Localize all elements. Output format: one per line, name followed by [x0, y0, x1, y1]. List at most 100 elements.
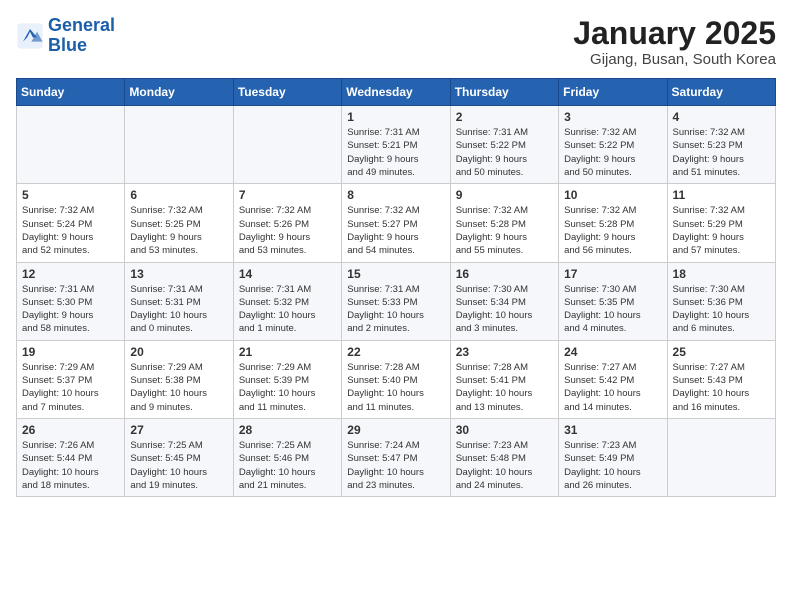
day-info: Sunrise: 7:32 AMSunset: 5:22 PMDaylight:…: [564, 126, 661, 179]
calendar-day-26: 26 Sunrise: 7:26 AMSunset: 5:44 PMDayligh…: [17, 418, 125, 496]
calendar-day-2: 2Sunrise: 7:31 AMSunset: 5:22 PMDaylight…: [450, 106, 558, 184]
calendar-day-11: 11Sunrise: 7:32 AMSunset: 5:29 PMDayligh…: [667, 184, 775, 262]
page-header: General Blue January 2025 Gijang, Busan,…: [16, 16, 776, 68]
day-info: Sunrise: 7:25 AMSunset: 5:46 PMDaylight:…: [239, 439, 336, 492]
calendar-body: 1 Sunrise: 7:31 AMSunset: 5:21 PMDaylight…: [17, 106, 776, 497]
calendar-day-14: 14Sunrise: 7:31 AMSunset: 5:32 PMDayligh…: [233, 262, 341, 340]
day-number: 27: [130, 423, 227, 437]
day-number: 8: [347, 188, 444, 202]
day-number: 17: [564, 267, 661, 281]
logo: General Blue: [16, 16, 115, 56]
empty-cell: [125, 106, 233, 184]
day-info: Sunrise: 7:25 AMSunset: 5:45 PMDaylight:…: [130, 439, 227, 492]
calendar-day-9: 9Sunrise: 7:32 AMSunset: 5:28 PMDaylight…: [450, 184, 558, 262]
day-number: 4: [673, 110, 770, 124]
calendar-table: SundayMondayTuesdayWednesdayThursdayFrid…: [16, 78, 776, 497]
calendar-day-8: 8 Sunrise: 7:32 AMSunset: 5:27 PMDaylight…: [342, 184, 450, 262]
calendar-week-3: 12 Sunrise: 7:31 AMSunset: 5:30 PMDayligh…: [17, 262, 776, 340]
calendar-day-13: 13Sunrise: 7:31 AMSunset: 5:31 PMDayligh…: [125, 262, 233, 340]
weekday-header-wednesday: Wednesday: [342, 79, 450, 106]
day-info: Sunrise: 7:32 AMSunset: 5:28 PMDaylight:…: [456, 204, 553, 257]
empty-cell: [667, 418, 775, 496]
logo-icon: [16, 22, 44, 50]
day-info: Sunrise: 7:32 AMSunset: 5:28 PMDaylight:…: [564, 204, 661, 257]
calendar-day-6: 6 Sunrise: 7:32 AMSunset: 5:25 PMDaylight…: [125, 184, 233, 262]
day-info: Sunrise: 7:31 AMSunset: 5:30 PMDaylight:…: [22, 283, 119, 336]
day-number: 20: [130, 345, 227, 359]
day-number: 13: [130, 267, 227, 281]
calendar-week-5: 26 Sunrise: 7:26 AMSunset: 5:44 PMDayligh…: [17, 418, 776, 496]
calendar-day-22: 22 Sunrise: 7:28 AMSunset: 5:40 PMDayligh…: [342, 340, 450, 418]
weekday-header-thursday: Thursday: [450, 79, 558, 106]
calendar-day-19: 19Sunrise: 7:29 AMSunset: 5:37 PMDayligh…: [17, 340, 125, 418]
day-info: Sunrise: 7:32 AMSunset: 5:26 PMDaylight:…: [239, 204, 336, 257]
day-info: Sunrise: 7:29 AMSunset: 5:38 PMDaylight:…: [130, 361, 227, 414]
weekday-header-sunday: Sunday: [17, 79, 125, 106]
day-info: Sunrise: 7:23 AMSunset: 5:49 PMDaylight:…: [564, 439, 661, 492]
day-number: 18: [673, 267, 770, 281]
day-number: 12: [22, 267, 119, 281]
day-info: Sunrise: 7:28 AMSunset: 5:40 PMDaylight:…: [347, 361, 444, 414]
day-info: Sunrise: 7:26 AMSunset: 5:44 PMDaylight:…: [22, 439, 119, 492]
calendar-header: SundayMondayTuesdayWednesdayThursdayFrid…: [17, 79, 776, 106]
logo-text: General Blue: [48, 16, 115, 56]
day-number: 19: [22, 345, 119, 359]
calendar-day-5: 5Sunrise: 7:32 AMSunset: 5:24 PMDaylight…: [17, 184, 125, 262]
day-number: 22: [347, 345, 444, 359]
day-info: Sunrise: 7:31 AMSunset: 5:32 PMDaylight:…: [239, 283, 336, 336]
calendar-day-28: 28Sunrise: 7:25 AMSunset: 5:46 PMDayligh…: [233, 418, 341, 496]
logo-line1: General: [48, 15, 115, 35]
day-info: Sunrise: 7:32 AMSunset: 5:27 PMDaylight:…: [347, 204, 444, 257]
day-number: 26: [22, 423, 119, 437]
calendar-day-29: 29Sunrise: 7:24 AMSunset: 5:47 PMDayligh…: [342, 418, 450, 496]
day-info: Sunrise: 7:32 AMSunset: 5:25 PMDaylight:…: [130, 204, 227, 257]
calendar-day-21: 21 Sunrise: 7:29 AMSunset: 5:39 PMDayligh…: [233, 340, 341, 418]
day-number: 29: [347, 423, 444, 437]
calendar-day-24: 24Sunrise: 7:27 AMSunset: 5:42 PMDayligh…: [559, 340, 667, 418]
title-block: January 2025 Gijang, Busan, South Korea: [573, 16, 776, 68]
calendar-day-1: 1 Sunrise: 7:31 AMSunset: 5:21 PMDaylight…: [342, 106, 450, 184]
day-info: Sunrise: 7:30 AMSunset: 5:35 PMDaylight:…: [564, 283, 661, 336]
day-info: Sunrise: 7:27 AMSunset: 5:42 PMDaylight:…: [564, 361, 661, 414]
day-number: 25: [673, 345, 770, 359]
day-number: 10: [564, 188, 661, 202]
calendar-week-4: 19Sunrise: 7:29 AMSunset: 5:37 PMDayligh…: [17, 340, 776, 418]
day-info: Sunrise: 7:23 AMSunset: 5:48 PMDaylight:…: [456, 439, 553, 492]
day-info: Sunrise: 7:27 AMSunset: 5:43 PMDaylight:…: [673, 361, 770, 414]
weekday-row: SundayMondayTuesdayWednesdayThursdayFrid…: [17, 79, 776, 106]
calendar-day-18: 18 Sunrise: 7:30 AMSunset: 5:36 PMDayligh…: [667, 262, 775, 340]
day-info: Sunrise: 7:29 AMSunset: 5:39 PMDaylight:…: [239, 361, 336, 414]
day-number: 21: [239, 345, 336, 359]
calendar-day-16: 16Sunrise: 7:30 AMSunset: 5:34 PMDayligh…: [450, 262, 558, 340]
calendar-day-17: 17 Sunrise: 7:30 AMSunset: 5:35 PMDayligh…: [559, 262, 667, 340]
day-number: 23: [456, 345, 553, 359]
day-info: Sunrise: 7:32 AMSunset: 5:29 PMDaylight:…: [673, 204, 770, 257]
day-number: 6: [130, 188, 227, 202]
calendar-day-15: 15Sunrise: 7:31 AMSunset: 5:33 PMDayligh…: [342, 262, 450, 340]
weekday-header-friday: Friday: [559, 79, 667, 106]
calendar-day-4: 4Sunrise: 7:32 AMSunset: 5:23 PMDaylight…: [667, 106, 775, 184]
calendar-day-7: 7 Sunrise: 7:32 AMSunset: 5:26 PMDaylight…: [233, 184, 341, 262]
calendar-day-12: 12 Sunrise: 7:31 AMSunset: 5:30 PMDayligh…: [17, 262, 125, 340]
calendar-week-2: 5Sunrise: 7:32 AMSunset: 5:24 PMDaylight…: [17, 184, 776, 262]
weekday-header-tuesday: Tuesday: [233, 79, 341, 106]
logo-line2: Blue: [48, 35, 87, 55]
weekday-header-saturday: Saturday: [667, 79, 775, 106]
calendar-day-3: 3Sunrise: 7:32 AMSunset: 5:22 PMDaylight…: [559, 106, 667, 184]
day-number: 2: [456, 110, 553, 124]
day-info: Sunrise: 7:31 AMSunset: 5:21 PMDaylight:…: [347, 126, 444, 179]
calendar-day-30: 30 Sunrise: 7:23 AMSunset: 5:48 PMDayligh…: [450, 418, 558, 496]
calendar-week-1: 1 Sunrise: 7:31 AMSunset: 5:21 PMDaylight…: [17, 106, 776, 184]
calendar-day-25: 25 Sunrise: 7:27 AMSunset: 5:43 PMDayligh…: [667, 340, 775, 418]
calendar-title: January 2025: [573, 16, 776, 51]
day-info: Sunrise: 7:32 AMSunset: 5:24 PMDaylight:…: [22, 204, 119, 257]
day-info: Sunrise: 7:28 AMSunset: 5:41 PMDaylight:…: [456, 361, 553, 414]
day-number: 15: [347, 267, 444, 281]
calendar-day-27: 27 Sunrise: 7:25 AMSunset: 5:45 PMDayligh…: [125, 418, 233, 496]
calendar-day-10: 10 Sunrise: 7:32 AMSunset: 5:28 PMDayligh…: [559, 184, 667, 262]
day-number: 7: [239, 188, 336, 202]
day-number: 30: [456, 423, 553, 437]
day-number: 1: [347, 110, 444, 124]
calendar-subtitle: Gijang, Busan, South Korea: [573, 51, 776, 68]
day-info: Sunrise: 7:30 AMSunset: 5:36 PMDaylight:…: [673, 283, 770, 336]
